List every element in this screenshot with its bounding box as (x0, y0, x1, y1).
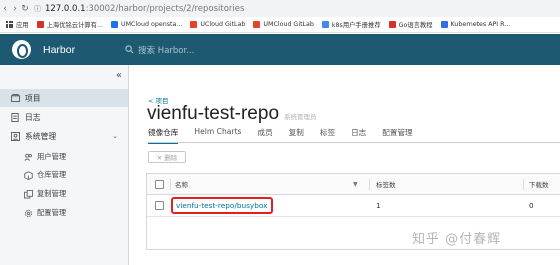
sidebar-item-logs[interactable]: 日志 (0, 108, 128, 126)
gitlab-icon (190, 21, 198, 28)
sidebar-item-label: 仓库管理 (37, 170, 67, 179)
brand-name[interactable]: Harbor (43, 44, 75, 56)
app-header: Harbor 搜索 Harbor... (0, 34, 560, 65)
gitlab-icon (253, 21, 261, 28)
collapse-sidebar-icon[interactable]: « (116, 70, 122, 81)
role-label: 系统管理员 (284, 113, 317, 121)
repository-link[interactable]: vienfu-test-repo/busybox (176, 195, 267, 216)
row-checkbox[interactable] (155, 201, 164, 210)
browser-window: ‹ › ↻ ⓘ 127.0.0.1 :30002/harbor/projects… (0, 0, 560, 265)
users-icon (23, 153, 33, 161)
page-favicon-icon (321, 21, 329, 28)
tag-count: 1 (376, 201, 381, 210)
page-favicon-icon (110, 21, 118, 28)
bookmark-item[interactable]: Kubernetes API R... (440, 21, 510, 28)
watermark: 知乎 @付春辉 (412, 232, 502, 247)
replication-icon (23, 189, 33, 199)
search-icon (125, 45, 134, 54)
sidebar-item-label: 用户管理 (37, 152, 67, 161)
bookmark-apps[interactable]: 应用 (6, 20, 29, 29)
bookmarks-bar: 应用 上海优铭云计算有... UMCloud opensta... UCloud… (0, 17, 560, 33)
back-icon[interactable]: ‹ (0, 4, 10, 14)
sidebar-item-admin[interactable]: 系统管理 ⌄ (0, 127, 128, 145)
sidebar-item-registries[interactable]: 仓库管理 (0, 166, 128, 184)
column-header-tags[interactable]: 标签数 (376, 174, 396, 194)
address-bar[interactable]: ‹ › ↻ ⓘ 127.0.0.1 :30002/harbor/projects… (0, 0, 560, 17)
url-path: :30002/harbor/projects/2/repositories (85, 3, 245, 14)
site-favicon-icon (388, 21, 396, 28)
admin-icon (10, 131, 20, 141)
page-title: vienfu-test-repo (147, 103, 280, 124)
column-divider (369, 179, 370, 190)
tab-divider (148, 142, 560, 143)
logs-icon (10, 112, 20, 122)
bookmark-item[interactable]: k8s用户手册推荐 (321, 20, 381, 29)
chevron-down-icon[interactable]: ⌄ (112, 132, 118, 140)
select-all-checkbox[interactable] (155, 180, 164, 189)
delete-button[interactable]: ✕ 删除 (148, 151, 186, 163)
sidebar-item-replication[interactable]: 复制管理 (0, 185, 128, 203)
projects-icon (10, 94, 20, 102)
kubernetes-icon (440, 21, 448, 28)
filter-icon[interactable]: ▼ (353, 174, 358, 194)
table-header: 名称 ▼ 标签数 下载数 (147, 174, 560, 195)
sidebar-item-label: 项目 (25, 93, 41, 103)
column-header-name[interactable]: 名称 (175, 174, 188, 194)
bookmark-item[interactable]: UMCloud opensta... (110, 21, 182, 28)
search-placeholder: 搜索 Harbor... (138, 45, 195, 56)
bookmark-item[interactable]: 上海优铭云计算有... (36, 20, 103, 29)
registry-icon (23, 170, 33, 180)
column-divider (523, 179, 524, 190)
info-icon[interactable]: ⓘ (34, 4, 41, 14)
harbor-logo-icon[interactable] (12, 40, 31, 59)
bookmark-item[interactable]: UMCloud GitLab (253, 21, 314, 28)
sidebar-item-configuration[interactable]: 配置管理 (0, 204, 128, 222)
table-row[interactable]: vienfu-test-repo/busybox 1 0 (147, 195, 560, 217)
pull-count: 0 (529, 201, 534, 210)
gear-icon (23, 209, 33, 218)
column-divider (170, 179, 171, 190)
reload-icon[interactable]: ↻ (20, 4, 30, 14)
apps-grid-icon (6, 21, 13, 28)
sidebar-item-users[interactable]: 用户管理 (0, 148, 128, 166)
sidebar-item-label: 系统管理 (25, 131, 57, 141)
forward-icon[interactable]: › (10, 4, 20, 14)
sidebar-item-label: 复制管理 (37, 189, 67, 198)
site-favicon-icon (36, 21, 44, 28)
sidebar-item-label: 日志 (25, 112, 41, 122)
url-host: 127.0.0.1 (45, 3, 86, 14)
global-search[interactable]: 搜索 Harbor... (125, 44, 194, 56)
bookmark-item[interactable]: UCloud GitLab (190, 21, 245, 28)
sidebar-item-projects[interactable]: 项目 (0, 89, 128, 107)
sidebar-item-label: 配置管理 (37, 208, 67, 217)
column-header-pulls[interactable]: 下载数 (529, 174, 549, 194)
sidebar: « 项目 日志 系统管理 ⌄ 用户管理 仓库管理 复制管理 配置管理 (0, 65, 129, 265)
bookmark-item[interactable]: Go语言教程 (388, 20, 433, 29)
